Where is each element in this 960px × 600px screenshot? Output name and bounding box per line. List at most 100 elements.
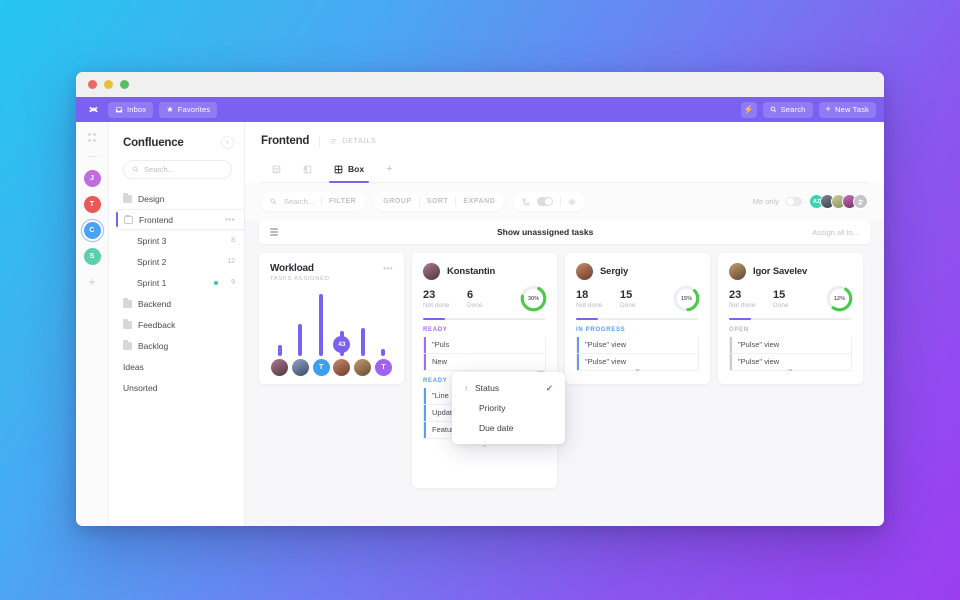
filter-button[interactable]: FILTER [329, 198, 356, 205]
tab-list-view[interactable] [261, 156, 292, 182]
sidebar-item-sprint-2[interactable]: Sprint 2 12 [109, 251, 244, 272]
chart-column[interactable]: T [374, 349, 393, 376]
sidebar-item-count: 12 [227, 258, 235, 265]
stat-not-done: 23 Not done [729, 289, 773, 309]
chart-column[interactable] [270, 345, 289, 376]
plus-icon: + [825, 104, 832, 114]
toolbar-search-filter-group: Search... FILTER [261, 192, 366, 211]
avatar[interactable] [333, 359, 351, 376]
avatar[interactable]: T [312, 359, 330, 376]
sidebar-item-label: Backlog [138, 340, 169, 351]
stat-not-done: 23 Not done [423, 289, 467, 309]
subtask-toggle[interactable] [537, 197, 554, 206]
group-button[interactable]: GROUP [383, 198, 411, 205]
new-task-button[interactable]: + New Task [818, 101, 876, 118]
inbox-button[interactable]: Inbox [108, 101, 154, 118]
avatar[interactable] [576, 263, 593, 280]
chart-bar [277, 345, 282, 356]
sidebar-item-label: Sprint 2 [137, 256, 167, 267]
toolbar-search-input[interactable]: Search... [284, 197, 314, 206]
rail-avatar-t[interactable]: T [83, 196, 101, 213]
stat-value: 23 [729, 289, 742, 301]
sidebar-item-backend[interactable]: Backend [109, 293, 244, 314]
task-item[interactable]: "Pulse" view [576, 336, 699, 354]
expand-card-button[interactable]: ⌄ [787, 363, 795, 374]
avatar[interactable] [423, 263, 440, 280]
sidebar-item-label: Feedback [138, 319, 176, 330]
close-window-button[interactable] [88, 80, 97, 89]
toolbar-group-sort-expand: GROUP SORT EXPAND [374, 192, 505, 211]
expand-card-button[interactable]: ⌄ [634, 363, 642, 374]
task-item[interactable]: "Puls [423, 336, 546, 354]
person-name: Igor Savelev [753, 266, 808, 277]
folder-icon [123, 297, 132, 308]
sidebar-item-sprint-1[interactable]: Sprint 1 9 [109, 272, 244, 293]
avatar[interactable] [271, 359, 288, 376]
tab-box-view[interactable]: Box [323, 156, 375, 183]
folder-open-icon [124, 214, 133, 224]
bolt-icon[interactable]: ⚡ [740, 101, 757, 118]
stat-done: 15 Done [773, 289, 817, 309]
favorites-button[interactable]: ★ Favorites [159, 101, 218, 118]
workload-more-icon[interactable]: ••• [383, 264, 393, 273]
search-button[interactable]: Search [762, 101, 813, 118]
chart-column-selected[interactable]: 43 [332, 331, 351, 376]
unassigned-title[interactable]: Show unassigned tasks [278, 227, 812, 237]
assign-all-button[interactable]: Assign all to... [812, 228, 859, 237]
details-icon [331, 138, 337, 143]
expand-button[interactable]: EXPAND [463, 198, 495, 205]
page-title: Frontend [261, 135, 310, 147]
dropdown-item-status[interactable]: ↑ Status ✓ [452, 378, 565, 398]
board-area: Show unassigned tasks Assign all to... W… [245, 220, 884, 526]
workload-body: Workload TASKS ASSIGNED ••• T 43 T [259, 253, 404, 384]
chart-value-badge: 43 [333, 336, 351, 353]
sidebar-item-feedback[interactable]: Feedback [109, 314, 244, 335]
sidebar-item-frontend[interactable]: Frontend ••• [116, 209, 244, 230]
chart-column[interactable]: T [312, 294, 331, 376]
add-workspace-button[interactable]: + [88, 276, 95, 288]
stat-label: Not done [576, 302, 603, 309]
tab-add-view[interactable]: + [375, 156, 403, 182]
maximize-window-button[interactable] [120, 80, 129, 89]
avatar[interactable] [291, 359, 309, 376]
hamburger-icon[interactable] [270, 228, 278, 236]
clickup-logo-icon[interactable] [84, 101, 102, 119]
avatar[interactable]: T [374, 359, 392, 376]
sidebar-item-design[interactable]: Design [109, 188, 244, 209]
sidebar-item-sprint-3[interactable]: Sprint 3 8 [109, 230, 244, 251]
chart-column[interactable] [291, 324, 310, 376]
progress-percent: 30% [527, 295, 539, 302]
sidebar-item-label: Backend [138, 298, 172, 309]
minimize-window-button[interactable] [104, 80, 113, 89]
dropdown-item-priority[interactable]: Priority [452, 398, 565, 418]
sort-button[interactable]: SORT [427, 198, 449, 205]
sidebar-search-input[interactable]: Search... [123, 160, 232, 179]
me-only-toggle[interactable] [786, 197, 802, 206]
dropdown-item-due-date[interactable]: Due date [452, 418, 565, 438]
sidebar-item-unsorted[interactable]: Unsorted [109, 377, 244, 398]
apps-grid-icon[interactable] [87, 133, 97, 142]
tab-label: Box [348, 164, 365, 174]
avatar[interactable] [354, 359, 372, 376]
task-item[interactable]: New [423, 353, 546, 371]
sidebar-item-more-icon[interactable]: ••• [225, 215, 235, 224]
rail-divider [87, 155, 97, 157]
avatar[interactable] [729, 263, 746, 280]
collapse-sidebar-button[interactable]: ‹ [221, 136, 234, 149]
details-button[interactable]: DETAILS [330, 138, 376, 145]
rail-avatar-j[interactable]: J [83, 170, 101, 187]
rail-avatar-c[interactable]: C [83, 222, 101, 239]
avatar[interactable] [853, 194, 868, 209]
sidebar-item-count: 9 [231, 279, 235, 286]
stat-value: 18 [576, 289, 589, 301]
rail-avatar-s[interactable]: S [83, 248, 101, 265]
tab-board-view[interactable] [292, 156, 323, 182]
app-body: J T C S + Confluence ‹ Search... Design … [76, 122, 884, 526]
chart-column[interactable] [353, 328, 372, 376]
sidebar-item-ideas[interactable]: Ideas [109, 356, 244, 377]
folder-icon [123, 318, 132, 329]
task-item[interactable]: "Pulse" view [729, 336, 852, 354]
sidebar-item-backlog[interactable]: Backlog [109, 335, 244, 356]
toolbar-subtask-settings [513, 192, 586, 211]
person-stats: 23 Not done 6 Done 30% [412, 280, 557, 312]
